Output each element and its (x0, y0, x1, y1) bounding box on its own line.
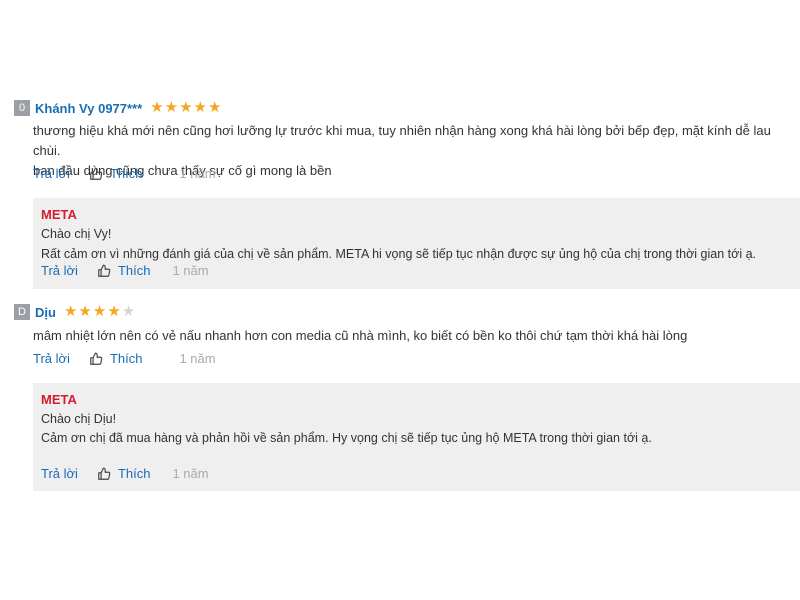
reply-author: META (41, 207, 77, 222)
reply-line: Cảm ơn chị đã mua hàng và phản hồi về sả… (41, 431, 652, 445)
star-icon: ★ (121, 303, 136, 320)
star-icon: ★ (164, 99, 179, 116)
review-actions: Trả lời Thích 1 năm (33, 166, 216, 181)
reply-actions: Trả lời Thích 1 năm (41, 466, 209, 481)
star-icon: ★ (208, 99, 222, 116)
avatar: 0 (14, 100, 30, 116)
review-2-header: D Dịu ★ ★ ★ ★ ★ (14, 304, 136, 320)
reply-line: Chào chị Dịu! (41, 412, 117, 426)
like-button[interactable]: Thích (118, 263, 151, 278)
review-comment: mâm nhiệt lớn nên có vẻ nấu nhanh hơn co… (33, 326, 793, 346)
star-icon: ★ (92, 303, 107, 320)
reply-actions: Trả lời Thích 1 năm (41, 263, 209, 278)
avatar: D (14, 304, 30, 320)
reply-author: META (41, 392, 77, 407)
reply-button[interactable]: Trả lời (41, 466, 78, 481)
thumbs-up-icon[interactable] (89, 167, 103, 181)
star-icon: ★ (63, 303, 78, 320)
reply-button[interactable]: Trả lời (41, 263, 78, 278)
reviewer-name: Khánh Vy 0977*** (35, 100, 143, 116)
rating-stars: ★ ★ ★ ★ ★ (150, 100, 222, 116)
thumbs-up-icon[interactable] (89, 352, 103, 366)
reply-line: Chào chị Vy! (41, 227, 112, 241)
timestamp: 1 năm (179, 351, 216, 366)
shop-reply: META Chào chị Vy! Rất cảm ơn vì những đá… (33, 198, 800, 289)
reply-button[interactable]: Trả lời (33, 166, 70, 181)
timestamp: 1 năm (172, 466, 209, 481)
star-icon: ★ (150, 99, 164, 116)
thumbs-up-icon[interactable] (97, 264, 111, 278)
like-button[interactable]: Thích (118, 466, 151, 481)
review-1-header: 0 Khánh Vy 0977*** ★ ★ ★ ★ ★ (14, 100, 222, 116)
comment-line: thương hiệu khá mới nên cũng hơi lưỡng l… (33, 123, 771, 158)
star-icon: ★ (179, 99, 193, 116)
comment-line: mâm nhiệt lớn nên có vẻ nấu nhanh hơn co… (33, 328, 688, 343)
star-icon: ★ (107, 303, 121, 320)
thumbs-up-icon[interactable] (97, 467, 111, 481)
like-button[interactable]: Thích (110, 351, 143, 366)
timestamp: 1 năm (179, 166, 216, 181)
review-actions: Trả lời Thích 1 năm (33, 351, 216, 366)
timestamp: 1 năm (172, 263, 209, 278)
reviewer-name: Dịu (35, 304, 56, 320)
star-icon: ★ (78, 303, 92, 320)
shop-reply: META Chào chị Dịu! Cảm ơn chị đã mua hàn… (33, 383, 800, 491)
like-button[interactable]: Thích (110, 166, 143, 181)
reply-line: Rất cảm ơn vì những đánh giá của chị về … (41, 247, 756, 261)
rating-stars: ★ ★ ★ ★ ★ (64, 304, 136, 320)
star-icon: ★ (193, 99, 207, 116)
reply-button[interactable]: Trả lời (33, 351, 70, 366)
